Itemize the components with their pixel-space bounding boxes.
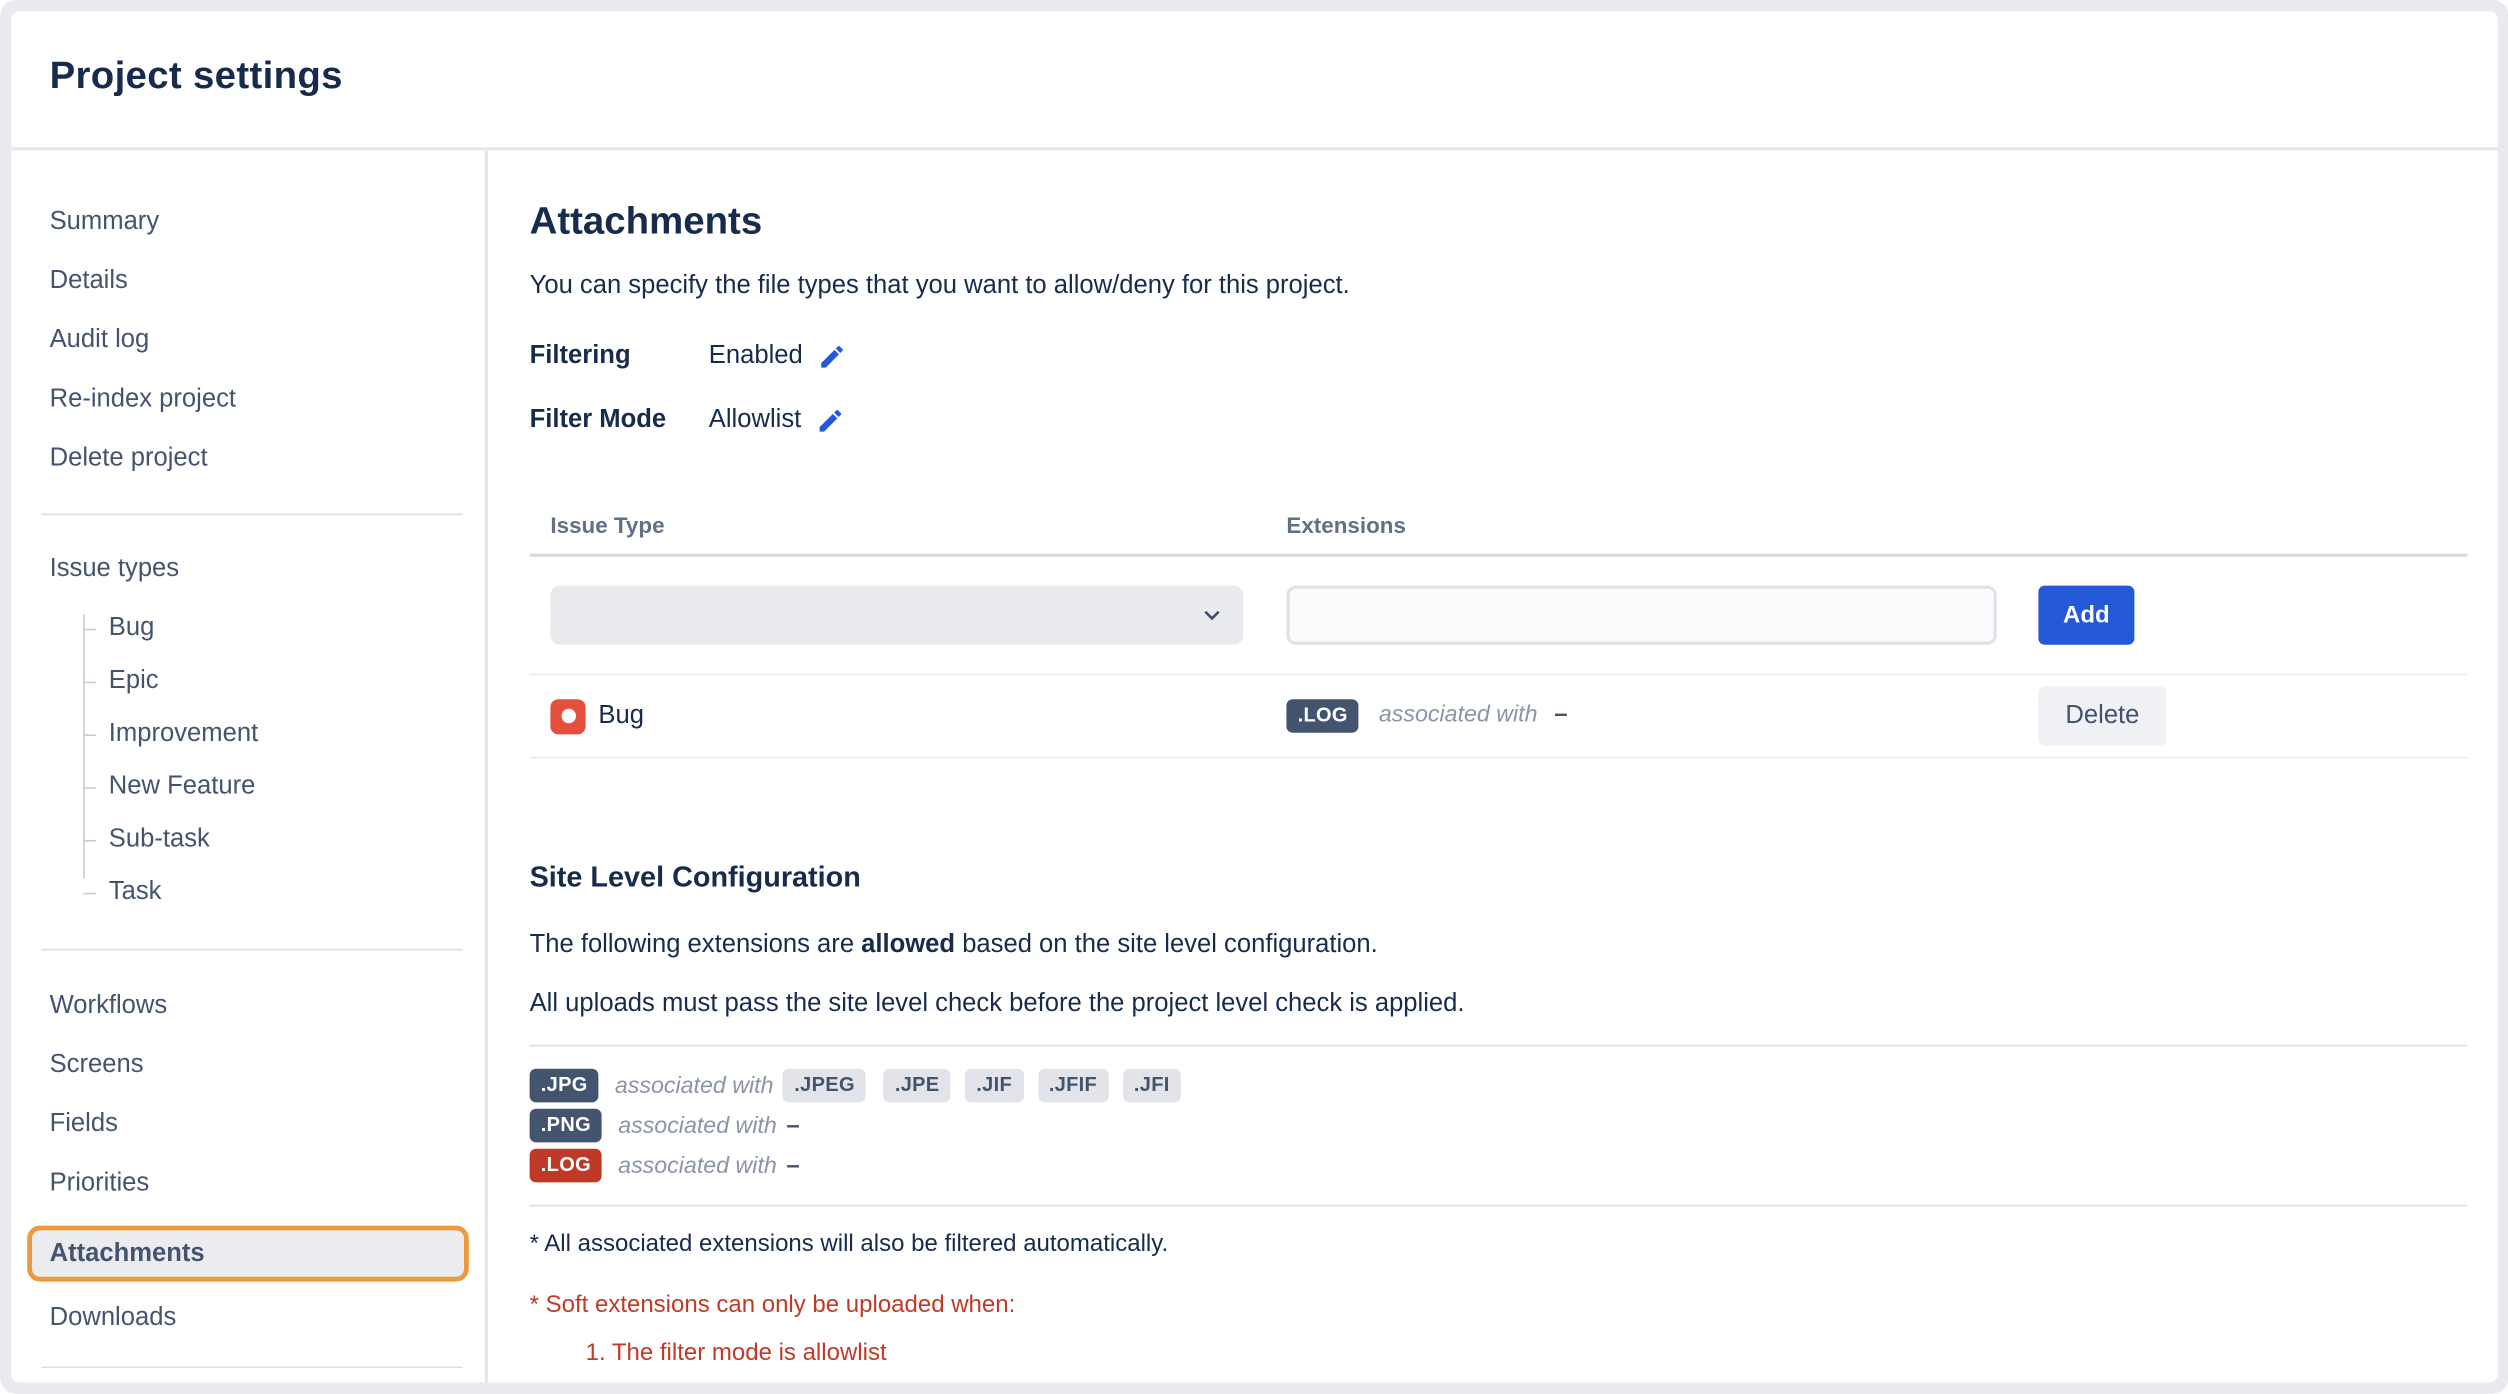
sidebar-item-audit-log[interactable]: Audit log [50, 323, 469, 358]
sidebar-item-issue-type-task[interactable]: Task [109, 875, 469, 910]
page-title: Project settings [50, 54, 2498, 99]
section-divider [530, 1045, 2468, 1047]
sidebar-item-issue-type-bug[interactable]: Bug [109, 611, 469, 646]
extension-tag-soft: .LOG [530, 1149, 603, 1182]
sidebar-item-reindex-project[interactable]: Re-index project [50, 382, 469, 417]
sidebar-item-priorities[interactable]: Priorities [50, 1166, 469, 1201]
list-item: .JPG associated with .JPEG .JPE .JIF .JF… [530, 1066, 2468, 1106]
footnotes: * All associated extensions will also be… [530, 1227, 2468, 1383]
sidebar-item-details[interactable]: Details [50, 264, 469, 299]
page-header: Project settings [11, 11, 2497, 150]
edit-pencil-icon[interactable] [817, 342, 846, 371]
list-item: .LOG associated with – [530, 1146, 2468, 1186]
sidebar-item-fields[interactable]: Fields [50, 1107, 469, 1142]
sidebar-item-delete-project[interactable]: Delete project [50, 442, 469, 477]
add-button[interactable]: Add [2038, 586, 2134, 645]
edit-pencil-icon[interactable] [816, 406, 845, 435]
issue-types-tree: Bug Epic Improvement New Feature Sub-tas… [83, 611, 469, 910]
filtering-value: Enabled [709, 342, 803, 371]
settings-sidebar: Summary Details Audit log Re-index proje… [11, 150, 488, 1382]
filtering-label: Filtering [530, 342, 709, 371]
footnote-associated: * All associated extensions will also be… [530, 1227, 2468, 1261]
extension-tag: .PNG [530, 1109, 603, 1142]
sidebar-divider [42, 949, 463, 951]
delete-button[interactable]: Delete [2038, 686, 2166, 745]
column-header-extensions: Extensions [1286, 512, 2038, 538]
sidebar-item-screens[interactable]: Screens [50, 1048, 469, 1083]
table-header-row: Issue Type Extensions [530, 493, 2468, 557]
sidebar-item-attachments-selected[interactable]: Attachments [27, 1226, 469, 1282]
associated-with-text: associated with [618, 1153, 777, 1179]
sidebar-item-issue-type-epic[interactable]: Epic [109, 664, 469, 699]
screenshot-frame: Project settings Summary Details Audit l… [0, 0, 2508, 1394]
associated-extension-tag: .JFIF [1038, 1069, 1109, 1102]
site-config-line2: All uploads must pass the site level che… [530, 987, 2468, 1022]
associated-with-text: associated with [618, 1113, 777, 1139]
sidebar-item-issue-type-improvement[interactable]: Improvement [109, 717, 469, 752]
associated-extension-tag: .JPE [884, 1069, 951, 1102]
soft-extensions-warning-title: * Soft extensions can only be uploaded w… [530, 1288, 2468, 1322]
bug-issue-type-icon [550, 698, 585, 733]
associated-value: – [786, 1112, 799, 1139]
sidebar-item-issue-type-new-feature[interactable]: New Feature [109, 770, 469, 805]
site-level-configuration-section: Site Level Configuration The following e… [530, 858, 2468, 1383]
sidebar-divider [42, 514, 463, 516]
sidebar-item-summary[interactable]: Summary [50, 205, 469, 240]
sidebar-item-downloads[interactable]: Downloads [50, 1301, 469, 1336]
filtering-field: Filtering Enabled [530, 342, 2468, 371]
allowed-emphasis: allowed [861, 931, 955, 958]
add-extension-form-row: Add [530, 557, 2468, 675]
column-header-issue-type: Issue Type [550, 512, 1286, 538]
table-row: Bug .LOG associated with – Delete [530, 675, 2468, 758]
soft-extensions-warning-item: 1. The filter mode is allowlist [530, 1336, 2468, 1370]
associated-extension-tag: .JIF [965, 1069, 1023, 1102]
site-extension-list: .JPG associated with .JPEG .JPE .JIF .JF… [530, 1066, 2468, 1186]
attachments-settings-content: Attachments You can specify the file typ… [488, 150, 2498, 1382]
extension-tag: .JPG [530, 1069, 599, 1102]
section-title: Attachments [530, 198, 2468, 246]
section-subtitle: You can specify the file types that you … [530, 269, 2468, 304]
sidebar-item-workflows[interactable]: Workflows [50, 989, 469, 1024]
filter-mode-field: Filter Mode Allowlist [530, 406, 2468, 435]
filter-mode-value: Allowlist [709, 406, 801, 435]
site-config-title: Site Level Configuration [530, 858, 2468, 896]
associated-extension-tag: .JPEG [783, 1069, 866, 1102]
associated-value: – [1554, 701, 1567, 728]
associated-with-text: associated with [615, 1073, 774, 1099]
extension-input[interactable] [1286, 586, 1996, 645]
associated-with-text: associated with [1379, 703, 1538, 729]
associated-value: – [786, 1152, 799, 1179]
extensions-table: Issue Type Extensions [530, 493, 2468, 759]
site-config-line1: The following extensions are allowed bas… [530, 928, 2468, 963]
project-settings-panel: Project settings Summary Details Audit l… [11, 11, 2497, 1383]
associated-extension-tag: .JFI [1123, 1069, 1181, 1102]
sidebar-item-issue-type-sub-task[interactable]: Sub-task [109, 822, 469, 857]
sidebar-group-issue-types[interactable]: Issue types [50, 552, 469, 587]
extension-tag: .LOG [1286, 700, 1359, 733]
section-divider [530, 1205, 2468, 1207]
sidebar-divider [42, 1366, 463, 1368]
filter-mode-label: Filter Mode [530, 406, 709, 435]
list-item: .PNG associated with – [530, 1106, 2468, 1146]
issue-type-name: Bug [598, 702, 644, 731]
issue-type-select[interactable] [550, 586, 1243, 645]
